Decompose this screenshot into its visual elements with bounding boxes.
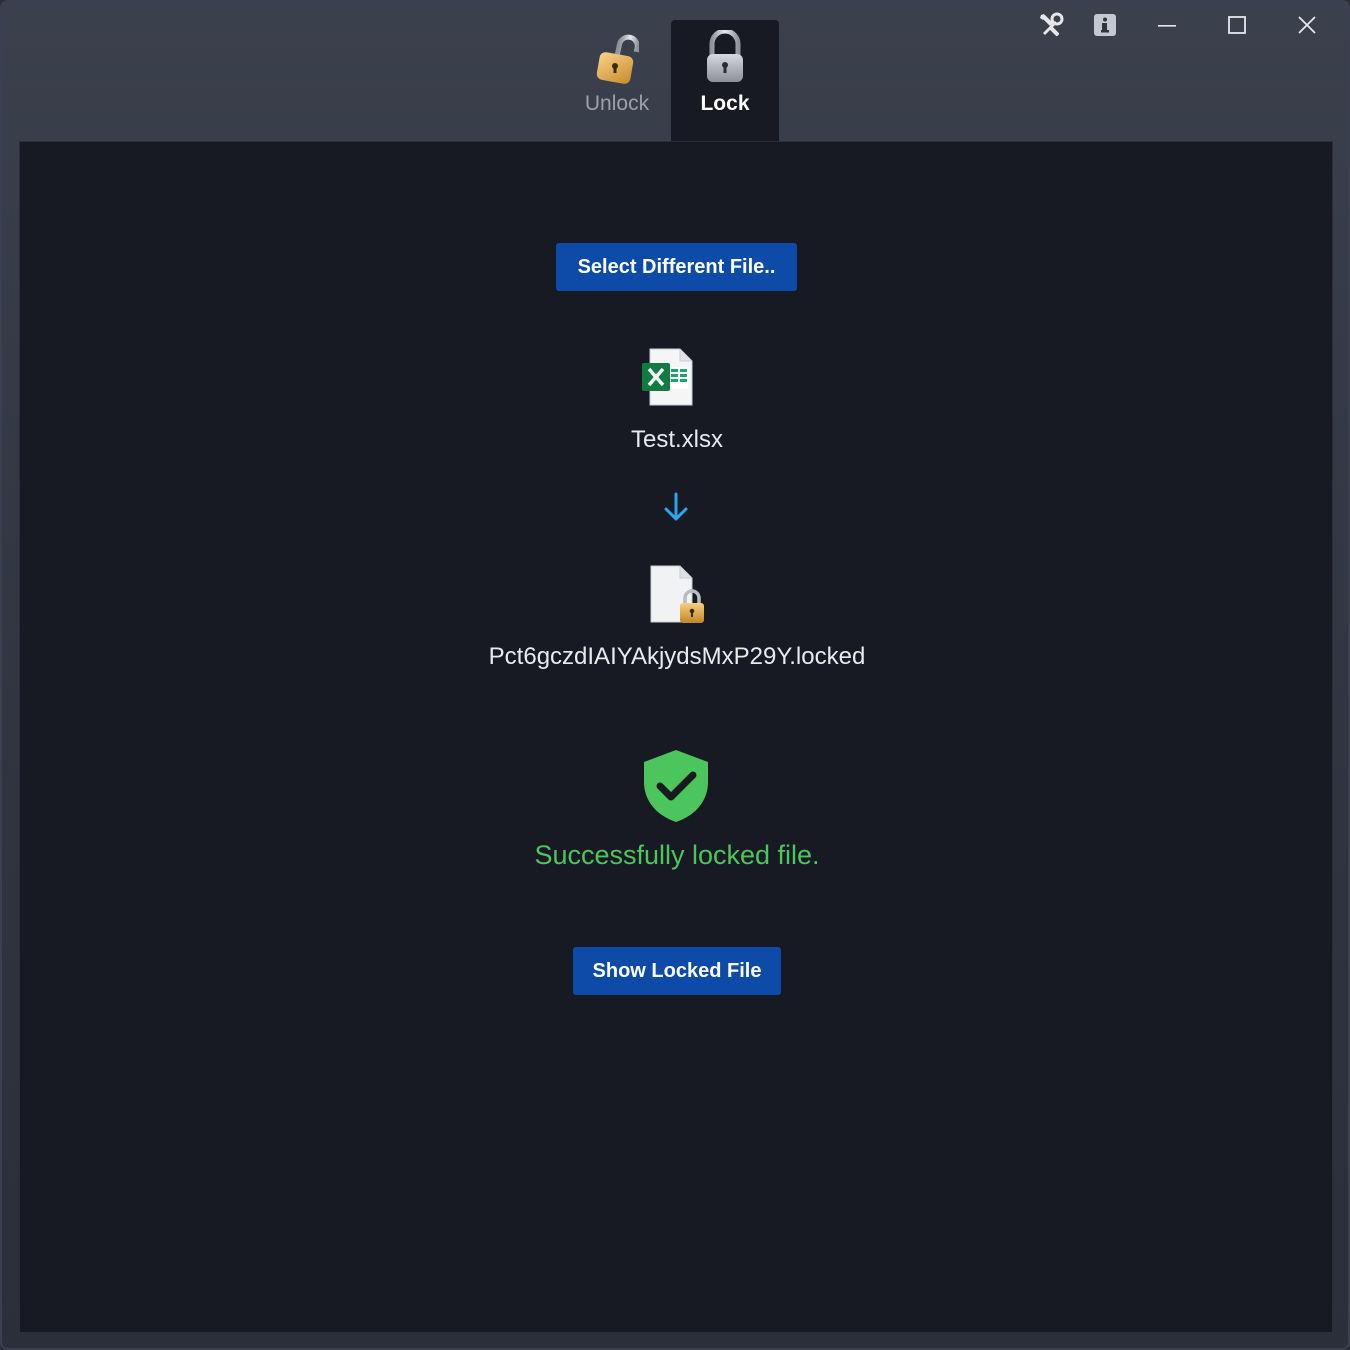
window-controls <box>1024 6 1342 44</box>
tab-unlock[interactable]: Unlock <box>563 20 671 142</box>
mode-tabs: Unlock Lock <box>563 20 779 142</box>
status-message: Successfully locked file. <box>534 840 820 870</box>
lock-panel: Select Different File.. Test.xlsx Pct6gc… <box>19 141 1333 1333</box>
show-locked-file-button[interactable]: Show Locked File <box>573 947 781 995</box>
shield-check-icon <box>644 750 708 822</box>
info-icon[interactable] <box>1078 6 1132 44</box>
arrow-down-icon <box>664 492 688 521</box>
locked-file-icon <box>650 565 704 623</box>
app-window: Unlock Lock Select Different File.. Test… <box>0 0 1350 1350</box>
maximize-icon[interactable] <box>1202 6 1272 44</box>
minimize-icon[interactable] <box>1132 6 1202 44</box>
close-icon[interactable] <box>1272 6 1342 44</box>
locked-padlock-icon <box>707 30 743 82</box>
unlocked-padlock-icon <box>596 34 639 84</box>
source-file-name: Test.xlsx <box>630 426 723 453</box>
tab-label: Lock <box>700 92 750 115</box>
tools-icon[interactable] <box>1024 6 1078 44</box>
locked-file-name: Pct6gczdIAIYAkjydsMxP29Y.locked <box>488 643 866 670</box>
tab-lock[interactable]: Lock <box>671 20 779 142</box>
excel-file-icon <box>642 348 693 406</box>
tab-label: Unlock <box>584 92 650 115</box>
select-different-file-button[interactable]: Select Different File.. <box>556 243 797 291</box>
